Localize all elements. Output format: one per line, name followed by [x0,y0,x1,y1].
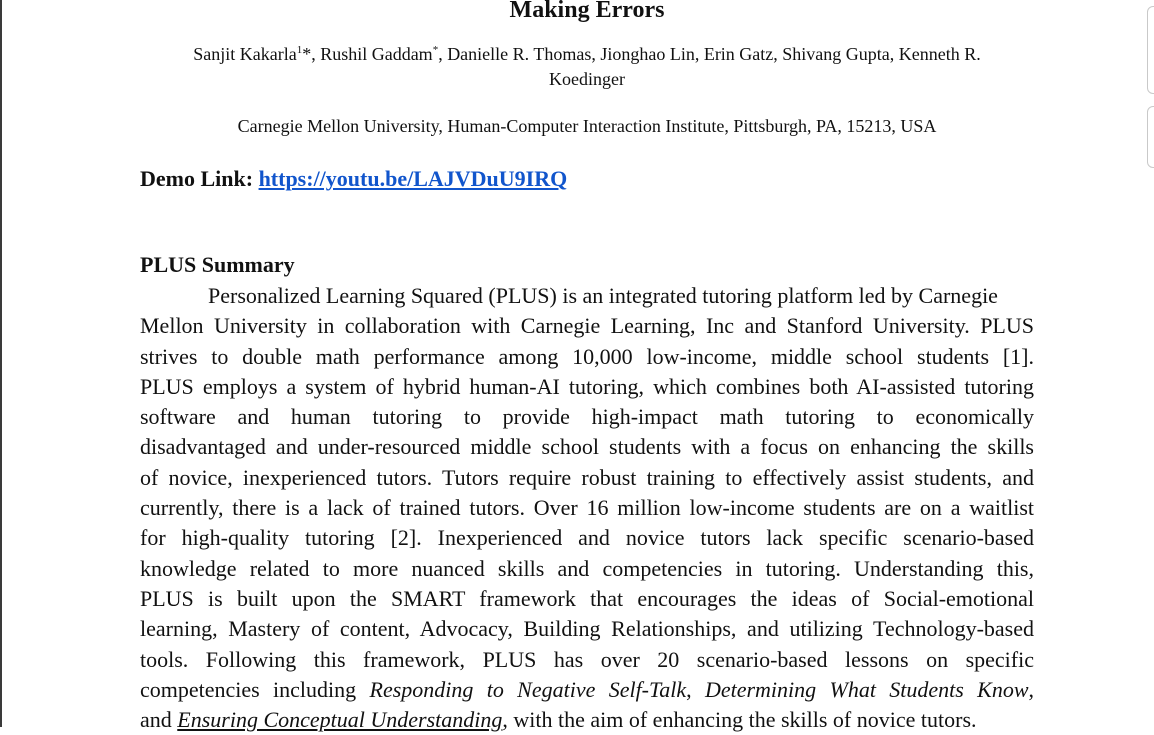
paragraph-line: software and human tutoring to provide h… [140,404,1034,430]
author-line: Koedinger [549,69,625,89]
paragraph-line: for high-quality tutoring [2]. Inexperie… [140,525,1034,551]
author-line: Sanjit Kakarla1*, Rushil Gaddam*, Daniel… [140,38,1034,67]
author-text: *, Rushil Gaddam [302,44,433,64]
author-text: Sanjit Kakarla [193,44,297,64]
window-left-border [0,0,2,727]
paragraph-line: strives to double math performance among… [140,343,1034,369]
paragraph-line: competencies including Responding to Neg… [140,675,1034,705]
affiliation: Carnegie Mellon University, Human-Comput… [237,116,937,136]
lesson-title: Ensuring Conceptual Understanding [177,707,503,733]
section-heading: PLUS Summary [140,252,295,277]
text-run: competencies including [140,676,370,702]
paragraph-line: and Ensuring Conceptual Understanding, w… [140,705,1034,735]
paper-title: Making Errors [509,0,665,23]
lesson-title: Responding to Negative Self-Talk [369,676,687,702]
text-run: , with the aim of enhancing the skills o… [502,707,977,733]
lesson-title: Determining What Students Know [704,676,1029,702]
paragraph-line: knowledge related to more nuanced skills… [140,555,1034,581]
paragraph-line: of novice, inexperienced tutors. Tutors … [140,464,1034,490]
paragraph-line: Personalized Learning Squared (PLUS) is … [208,283,998,308]
demo-link[interactable]: https://youtu.be/LAJVDuU9IRQ [259,166,568,191]
text-run: , [1028,676,1035,702]
side-panel-tab[interactable] [1147,6,1154,94]
paragraph-line: disadvantaged and under-resourced middle… [140,434,1034,460]
section-body: Personalized Learning Squared (PLUS) is … [140,281,1034,735]
text-run: and [140,707,178,733]
paragraph-line: PLUS is built upon the SMART framework t… [140,585,1034,611]
author-text: , Danielle R. Thomas, Jionghao Lin, Erin… [438,44,981,64]
paragraph-line: currently, there is a lack of trained tu… [140,495,1034,521]
author-list: Sanjit Kakarla1*, Rushil Gaddam*, Daniel… [140,38,1034,92]
demo-link-line: Demo Link: https://youtu.be/LAJVDuU9IRQ [140,164,567,194]
paragraph-line: tools. Following this framework, PLUS ha… [140,646,1034,672]
paragraph-line: learning, Mastery of content, Advocacy, … [140,616,1034,642]
paragraph-line: Mellon University in collaboration with … [140,313,1034,339]
paragraph-line: PLUS employs a system of hybrid human-AI… [140,373,1034,399]
side-panel-tab[interactable] [1147,106,1154,168]
text-run: , [686,676,705,702]
demo-link-label: Demo Link: [140,166,254,191]
